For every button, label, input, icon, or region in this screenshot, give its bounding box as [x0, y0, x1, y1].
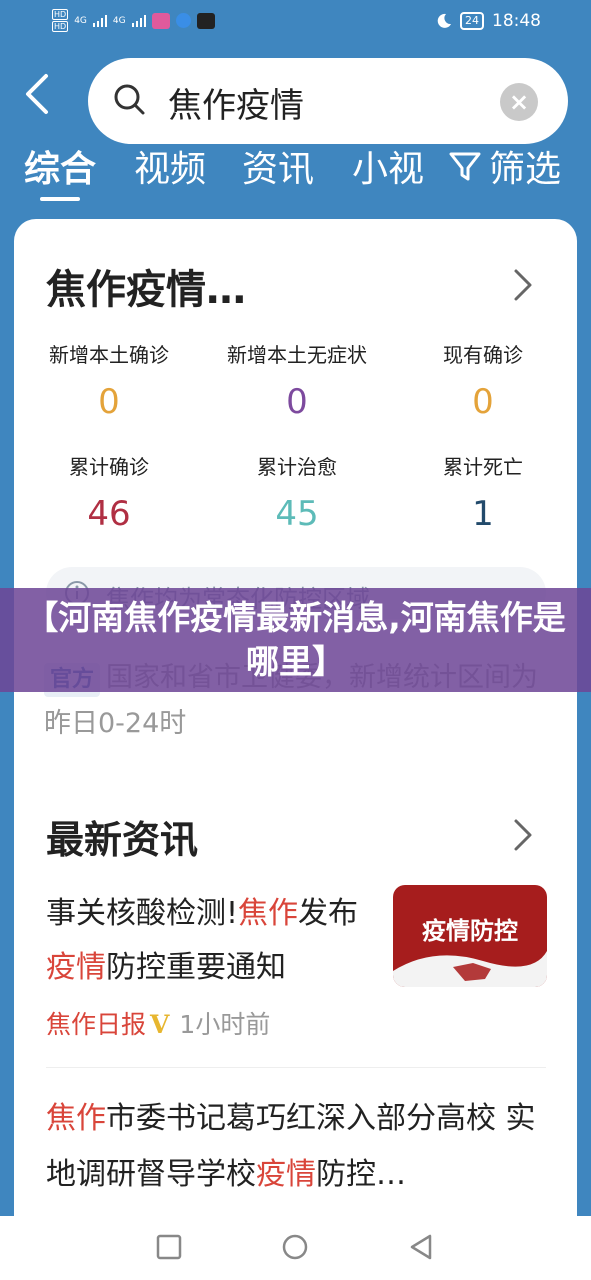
news-source[interactable]: 焦作日报: [46, 1010, 146, 1039]
latest-news-title[interactable]: 最新资讯: [46, 809, 198, 864]
stat-total-confirmed: 累计确诊 46: [14, 451, 204, 534]
tab-indicator: [40, 197, 80, 201]
recent-apps-icon[interactable]: [154, 1232, 184, 1262]
result-card: 焦作疫情… 新增本土确诊 0 新增本土无症状 0 现有确诊 0 累计确诊 46 …: [14, 219, 577, 1219]
tab-small-video[interactable]: 小视: [352, 140, 424, 192]
signal-label-2: 4G: [112, 15, 126, 26]
stat-new-local-confirmed: 新增本土确诊 0: [14, 339, 204, 422]
search-input[interactable]: 焦作疫情 ×: [88, 58, 568, 144]
filter-icon: [449, 152, 481, 181]
tab-bar: 综合 视频 资讯 小视 筛选: [0, 140, 591, 201]
news-highlight: 焦作: [46, 1101, 106, 1136]
hd-badge-2: HD: [52, 21, 69, 32]
stat-value: 0: [98, 382, 120, 422]
app-pink-icon: [151, 12, 170, 29]
news-item-2-title[interactable]: 焦作市委书记葛巧红深入部分高校 实地调研督导学校疫情防控…: [46, 1091, 546, 1203]
stat-total-cured: 累计治愈 45: [202, 451, 392, 534]
stat-value: 45: [275, 494, 319, 534]
signal-label-1: 4G: [74, 15, 87, 26]
stat-label: 新增本土无症状: [227, 343, 367, 367]
stat-value: 0: [472, 382, 494, 422]
clock: 18:48: [492, 11, 541, 31]
overlay-banner: 【河南焦作疫情最新消息,河南焦作是哪里】: [0, 588, 591, 692]
stat-label: 新增本土确诊: [49, 343, 169, 367]
signal-bars-icon-2: [131, 14, 146, 27]
app-blue-icon: [175, 13, 191, 28]
news-highlight: 疫情: [256, 1157, 316, 1192]
back-nav-icon[interactable]: [406, 1232, 436, 1262]
back-button[interactable]: [22, 72, 66, 132]
hd-badge-1: HD: [52, 9, 69, 20]
signal-bars-icon: [92, 14, 107, 27]
search-query: 焦作疫情: [168, 86, 304, 126]
card-title[interactable]: 焦作疫情…: [46, 257, 246, 315]
status-left: HD HD 4G 4G: [52, 9, 215, 32]
tab-video[interactable]: 视频: [134, 140, 206, 192]
home-icon[interactable]: [280, 1232, 310, 1262]
stat-label: 现有确诊: [443, 343, 523, 367]
stat-current-confirmed: 现有确诊 0: [388, 339, 578, 422]
battery-icon: 24: [460, 12, 484, 30]
stat-total-deaths: 累计死亡 1: [388, 451, 578, 534]
news-time: 1小时前: [179, 1010, 271, 1039]
status-bar: HD HD 4G 4G 24 18:48: [0, 0, 591, 46]
tab-comprehensive[interactable]: 综合: [24, 140, 96, 192]
stat-value: 46: [87, 494, 131, 534]
news-item-1-meta: 焦作日报 V 1小时前: [46, 1005, 270, 1041]
status-right: 24 18:48: [436, 11, 541, 31]
chevron-right-icon[interactable]: [512, 815, 536, 855]
stat-label: 累计确诊: [69, 455, 149, 479]
news-highlight: 焦作: [238, 896, 299, 931]
chevron-right-icon[interactable]: [512, 265, 536, 305]
news-highlight: 疫情: [46, 950, 106, 985]
news-text: 防控重要通知: [106, 950, 286, 985]
filter-label: 筛选: [488, 149, 561, 190]
news-thumbnail[interactable]: 疫情防控: [393, 885, 547, 987]
stat-value: 1: [472, 494, 494, 534]
news-text: 防控…: [316, 1157, 406, 1192]
stat-new-local-asymptomatic: 新增本土无症状 0: [202, 339, 392, 422]
news-item-1-title[interactable]: 事关核酸检测!焦作发布疫情防控重要通知: [46, 887, 376, 995]
map-graphic-icon: [393, 951, 547, 987]
stat-label: 累计死亡: [443, 455, 523, 479]
stat-value: 0: [286, 382, 308, 422]
system-nav-bar: [0, 1216, 591, 1280]
clear-icon[interactable]: ×: [500, 83, 538, 121]
search-icon: [114, 84, 145, 115]
hd-badges: HD HD: [52, 9, 69, 32]
filter-button[interactable]: 筛选: [447, 140, 561, 192]
news-text: 发布: [298, 896, 359, 931]
divider: [46, 1067, 546, 1068]
overlay-title: 【河南焦作疫情最新消息,河南焦作是哪里】: [25, 598, 566, 681]
stat-label: 累计治愈: [257, 455, 337, 479]
tiktok-icon: [196, 12, 215, 29]
verified-icon: V: [150, 1010, 170, 1039]
tab-news[interactable]: 资讯: [242, 140, 314, 192]
news-text: 事关核酸检测!: [46, 896, 239, 931]
back-arrow-icon: [26, 74, 48, 114]
moon-icon: [437, 13, 451, 28]
